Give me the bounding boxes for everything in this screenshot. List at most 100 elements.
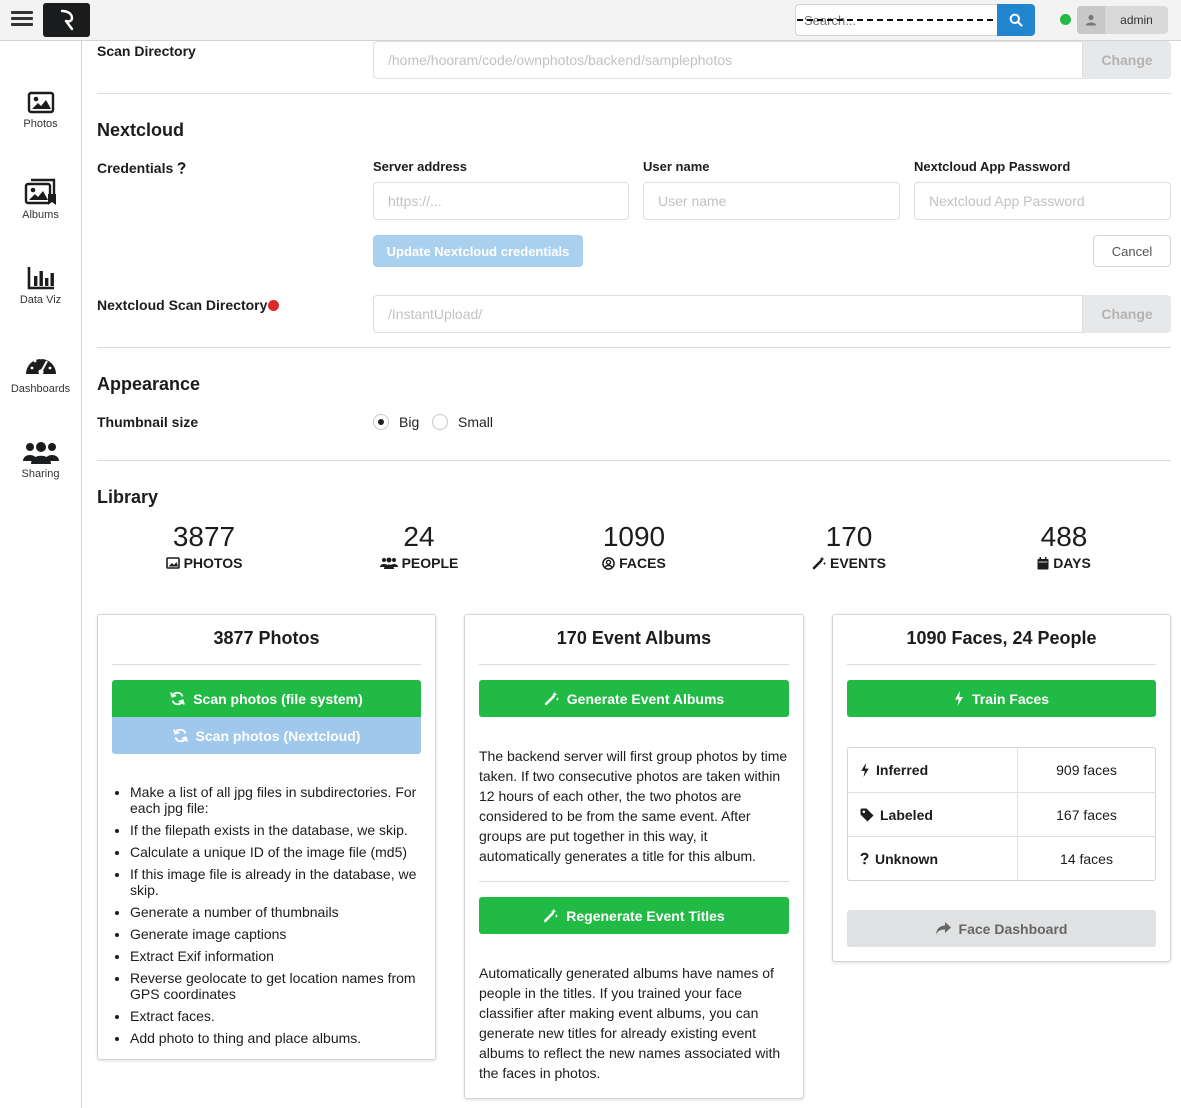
top-bar: admin [0,0,1181,41]
events-card-title: 170 Event Albums [556,628,712,648]
credentials-label-text: Credentials [97,160,174,176]
user-circle-icon [602,556,616,570]
stat-value: 170 [825,521,873,552]
list-item: Generate a number of thumbnails [130,904,421,920]
app-logo[interactable] [43,3,90,37]
divider [479,664,789,665]
sidebar-item-photos[interactable]: Photos [0,91,81,161]
stat-label: DAYS [964,555,1164,571]
app-password-input[interactable]: Nextcloud App Password [914,182,1171,220]
user-icon [1077,6,1105,34]
search-input[interactable] [795,4,997,36]
nextcloud-scan-directory-label: Nextcloud Scan Directory [97,297,280,313]
app-password-label: Nextcloud App Password [914,159,1071,174]
list-item: Make a list of all jpg files in subdirec… [130,784,421,816]
magic-wand-icon [812,556,826,570]
nextcloud-change-button[interactable]: Change [1083,295,1171,333]
sidebar-item-dashboards[interactable]: Dashboards [0,352,81,422]
bolt-icon [861,763,869,777]
server-address-input[interactable]: https://... [373,182,629,220]
stat-label: FACES [534,555,734,571]
scan-photos-filesystem-button[interactable]: Scan photos (file system) [112,680,421,717]
scan-directory-change-button[interactable]: Change [1083,41,1171,79]
face-stats-table: Inferred 909 faces Labeled 167 faces Unk… [847,747,1156,881]
train-faces-button[interactable]: Train Faces [847,680,1156,717]
list-item: Extract Exif information [130,948,421,964]
scan-photos-nextcloud-label: Scan photos (Nextcloud) [195,727,361,744]
search-icon [1009,13,1023,27]
sidebar-item-sharing[interactable]: Sharing [0,441,81,511]
stat-label: PHOTOS [104,555,304,571]
user-name-input[interactable]: User name [643,182,900,220]
share-icon [935,922,951,935]
thumbnail-big-radio[interactable] [373,414,389,430]
bolt-icon [954,691,963,706]
search-button[interactable] [997,4,1035,36]
divider [97,460,1171,461]
list-item: Generate image captions [130,926,421,942]
nextcloud-scan-directory-input[interactable]: /InstantUpload/ [373,295,1083,333]
bar-chart-icon [27,267,54,290]
thumbnail-small-radio[interactable] [432,414,448,430]
row-value: 167 faces [1056,806,1117,823]
stat-events: 170 EVENTS [749,521,949,571]
update-nextcloud-credentials-button[interactable]: Update Nextcloud credentials [373,235,583,267]
train-faces-label: Train Faces [971,690,1050,707]
scan-steps-list: Make a list of all jpg files in subdirec… [130,784,421,1052]
cancel-button[interactable]: Cancel [1093,235,1171,267]
stat-label-text: DAYS [1053,555,1091,571]
stat-value: 24 [403,521,435,552]
thumbnail-size-label: Thumbnail size [97,414,199,430]
users-icon [379,557,398,569]
stat-value: 488 [1040,521,1088,552]
list-item: Calculate a unique ID of the image file … [130,844,421,860]
sidebar-item-label: Photos [23,118,58,130]
sidebar: Photos Albums Data Viz Dashboards Sharin… [0,41,82,1108]
stat-label-text: EVENTS [829,555,886,571]
scan-directory-label: Scan Directory [97,43,196,59]
thumbnail-small-label[interactable]: Small [458,414,493,430]
image-icon [165,557,180,569]
events-card: 170 Event Albums Generate Event Albums T… [464,614,804,1099]
stat-photos: 3877 PHOTOS [104,521,304,571]
stat-label-text: FACES [619,555,666,571]
table-row: Inferred 909 faces [848,748,1155,792]
stat-label: PEOPLE [319,555,519,571]
user-menu-button[interactable]: admin [1077,6,1168,34]
photos-card: 3877 Photos Scan photos (file system) Sc… [97,614,436,1060]
refresh-icon [170,691,186,706]
sidebar-item-albums[interactable]: Albums [0,178,81,248]
face-dashboard-label: Face Dashboard [958,920,1068,937]
stat-label-text: PEOPLE [401,555,459,571]
row-value: 909 faces [1056,762,1117,778]
scan-directory-input[interactable]: /home/hooram/code/ownphotos/backend/samp… [373,41,1083,79]
question-icon[interactable] [177,162,186,174]
sidebar-item-data-viz[interactable]: Data Viz [0,265,81,335]
library-section-title: Library [97,487,159,507]
tag-icon [860,808,874,821]
credentials-label: Credentials [97,160,186,176]
sidebar-item-label: Sharing [21,468,60,480]
table-cell-label: Unknown [848,837,1018,880]
refresh-icon [172,728,188,743]
user-name-label: User name [643,159,710,174]
albums-icon [24,178,56,205]
stat-faces: 1090 FACES [534,521,734,571]
scan-photos-nextcloud-button[interactable]: Scan photos (Nextcloud) [112,717,421,754]
table-cell-label: Inferred [848,748,1018,792]
sidebar-item-label: Dashboards [10,383,71,395]
generate-event-albums-button[interactable]: Generate Event Albums [479,680,789,717]
photos-card-title: 3877 Photos [213,628,320,648]
face-dashboard-button[interactable]: Face Dashboard [847,910,1156,947]
thumbnail-big-label[interactable]: Big [399,414,419,430]
regenerate-event-titles-button[interactable]: Regenerate Event Titles [479,897,789,934]
dashboard-icon [25,356,56,375]
table-row: Labeled 167 faces [848,792,1155,836]
list-item: Extract faces. [130,1008,421,1024]
nextcloud-section-title: Nextcloud [97,120,185,140]
stat-days: 488 DAYS [964,521,1164,571]
list-item: Reverse geolocate to get location names … [130,970,421,1002]
hamburger-menu-icon[interactable] [11,8,33,30]
nextcloud-scan-directory-text: Nextcloud Scan Directory [97,297,268,313]
divider [97,347,1171,348]
